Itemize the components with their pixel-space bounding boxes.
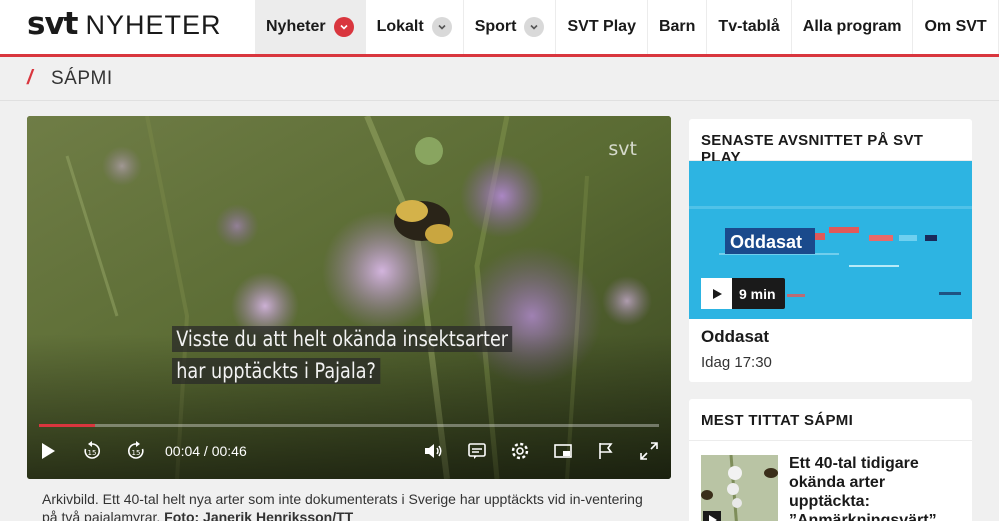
play-icon[interactable] xyxy=(701,278,732,309)
nav-item-svt-play[interactable]: SVT Play xyxy=(556,0,648,54)
nav-label: Tv-tablå xyxy=(718,18,780,35)
nav-item-lokalt[interactable]: Lokalt xyxy=(366,0,464,54)
latest-episode-heading: SENASTE AVSNITTET PÅ SVT PLAY xyxy=(689,119,972,166)
svt-nyheter-logo[interactable]: svt NYHETER xyxy=(27,6,222,46)
flag-report-icon[interactable] xyxy=(593,438,619,464)
subtitles-icon[interactable] xyxy=(464,438,490,464)
video-caption: Arkivbild. Ett 40-tal helt nya arter som… xyxy=(42,490,662,521)
main-nav: Nyheter Lokalt Sport SVT Play Barn Tv-ta… xyxy=(255,0,999,54)
section-slash: / xyxy=(27,67,33,89)
latest-episode-card: SENASTE AVSNITTET PÅ SVT PLAY Oddasat 9 … xyxy=(689,119,972,382)
section-title[interactable]: SÁPMI xyxy=(51,68,113,90)
video-time: 00:04 / 00:46 xyxy=(165,443,247,459)
nav-label: Lokalt xyxy=(376,18,424,35)
volume-icon[interactable] xyxy=(420,438,446,464)
photo-credit: Foto: Janerik Henriksson/TT xyxy=(164,509,354,521)
episode-duration: 9 min xyxy=(739,285,776,302)
nav-item-barn[interactable]: Barn xyxy=(648,0,708,54)
logo-svt: svt xyxy=(27,6,78,42)
thumbnail-image xyxy=(701,455,778,521)
video-progress-bar[interactable] xyxy=(39,424,659,427)
chevron-down-icon[interactable] xyxy=(431,17,452,37)
nav-label: Sport xyxy=(474,18,517,35)
svg-text:15: 15 xyxy=(132,449,141,457)
site-header: svt NYHETER Nyheter Lokalt Sport SVT Pla… xyxy=(0,0,999,57)
video-subtitle-line2: har upptäckts i Pajala? xyxy=(172,358,381,384)
nav-label: Om SVT xyxy=(924,18,987,35)
episode-thumbnail[interactable]: Oddasat 9 min xyxy=(689,161,972,319)
settings-gear-icon[interactable] xyxy=(507,438,533,464)
play-icon[interactable] xyxy=(35,438,61,464)
nav-label: Alla program xyxy=(802,18,902,35)
most-watched-thumbnail[interactable] xyxy=(701,455,778,521)
svt-watermark: svt xyxy=(608,138,637,160)
nav-item-om-svt[interactable]: Om SVT xyxy=(913,0,999,54)
thumb-logo: Oddasat xyxy=(730,232,802,252)
svg-text:15: 15 xyxy=(88,449,97,457)
nav-label: Barn xyxy=(658,18,696,35)
episode-time: Idag 17:30 xyxy=(701,354,772,371)
nav-label: SVT Play xyxy=(567,18,636,35)
logo-nyheter: NYHETER xyxy=(85,10,222,40)
most-watched-card: MEST TITTAT SÁPMI Ett 40-tal tidigare ok… xyxy=(689,399,972,521)
most-watched-heading: MEST TITTAT SÁPMI xyxy=(689,399,972,441)
video-player[interactable]: svt Visste du att helt okända insektsart… xyxy=(27,116,671,479)
section-bar: / SÁPMI xyxy=(0,57,999,101)
video-controls: 15 15 00:04 / 00:46 xyxy=(27,434,671,474)
video-subtitle-line1: Visste du att helt okända insektsarter xyxy=(172,326,513,352)
episode-title[interactable]: Oddasat xyxy=(701,327,769,347)
picture-in-picture-icon[interactable] xyxy=(550,438,576,464)
chevron-down-icon[interactable] xyxy=(333,17,354,37)
nav-item-alla-program[interactable]: Alla program xyxy=(792,0,914,54)
nav-item-tv-tabla[interactable]: Tv-tablå xyxy=(707,0,792,54)
fullscreen-icon[interactable] xyxy=(636,438,662,464)
rewind-15-icon[interactable]: 15 xyxy=(79,438,105,464)
forward-15-icon[interactable]: 15 xyxy=(123,438,149,464)
most-watched-item-title[interactable]: Ett 40-tal tidigare okända arter upptäck… xyxy=(789,454,964,521)
nav-item-sport[interactable]: Sport xyxy=(464,0,557,54)
video-progress-fill xyxy=(39,424,95,427)
nav-label: Nyheter xyxy=(266,18,326,35)
duration-badge[interactable]: 9 min xyxy=(701,278,785,309)
chevron-down-icon[interactable] xyxy=(524,17,545,37)
nav-item-nyheter[interactable]: Nyheter xyxy=(255,0,366,54)
